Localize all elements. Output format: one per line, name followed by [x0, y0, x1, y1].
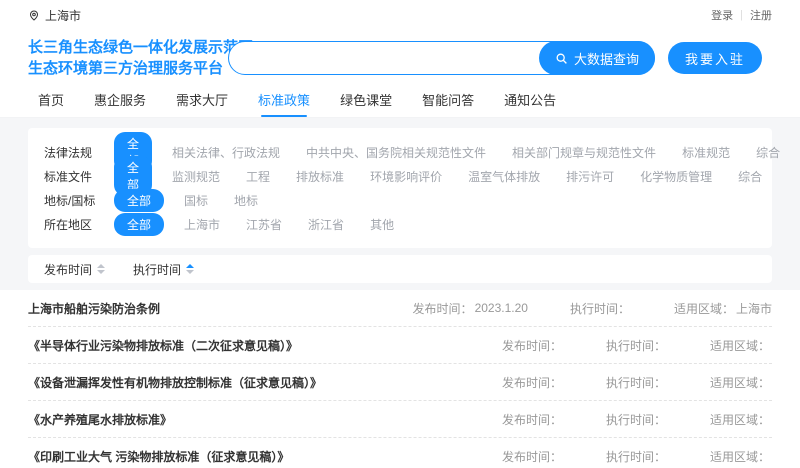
- filter-option[interactable]: 江苏省: [246, 216, 282, 233]
- login-register-divider: |: [740, 9, 743, 21]
- filter-option[interactable]: 其他: [370, 216, 394, 233]
- filter-label-local-national: 地标/国标: [44, 192, 114, 209]
- filter-option[interactable]: 中共中央、国务院相关规范性文件: [306, 144, 486, 161]
- header: 长三角生态绿色一体化发展示范区 生态环境第三方治理服务平台 大数据查询 我要入驻: [0, 30, 800, 86]
- login-link[interactable]: 登录: [711, 7, 733, 23]
- sort-publish-label: 发布时间: [44, 261, 92, 278]
- filter-option[interactable]: 综合: [738, 168, 762, 185]
- sort-arrows-icon: [186, 264, 194, 274]
- register-link[interactable]: 注册: [750, 7, 772, 23]
- policy-title[interactable]: 上海市船舶污染防治条例: [28, 300, 160, 317]
- sort-exec-label: 执行时间: [133, 261, 181, 278]
- filter-label-laws: 法律法规: [44, 144, 114, 161]
- sort-by-exec-time[interactable]: 执行时间: [133, 261, 194, 278]
- filter-label-standards: 标准文件: [44, 168, 114, 185]
- policy-row: 《印刷工业大气 污染物排放标准（征求意见稿）》 发布时间： 执行时间： 适用区域…: [28, 438, 772, 468]
- filter-option[interactable]: 排放标准: [296, 168, 344, 185]
- policy-title[interactable]: 《设备泄漏挥发性有机物排放控制标准（征求意见稿）》: [28, 374, 322, 391]
- exec-time-label: 执行时间：: [606, 448, 666, 465]
- tab-smart-qa[interactable]: 智能问答: [422, 86, 474, 118]
- filter-option[interactable]: 监测规范: [172, 168, 220, 185]
- publish-time-value: 2023.1.20: [475, 301, 528, 315]
- site-title-line2: 生态环境第三方治理服务平台: [28, 58, 228, 79]
- filter-row-local-national: 地标/国标 全部 国标 地标: [44, 188, 756, 212]
- filter-option[interactable]: 标准规范: [682, 144, 730, 161]
- filter-row-region: 所在地区 全部 上海市 江苏省 浙江省 其他: [44, 212, 756, 236]
- filter-option[interactable]: 上海市: [184, 216, 220, 233]
- filter-panel: 法律法规 全部 相关法律、行政法规 中共中央、国务院相关规范性文件 相关部门规章…: [28, 128, 772, 248]
- filter-option[interactable]: 地标: [234, 192, 258, 209]
- current-city-label[interactable]: 上海市: [45, 7, 81, 24]
- filter-option[interactable]: 环境影响评价: [370, 168, 442, 185]
- filter-option[interactable]: 工程: [246, 168, 270, 185]
- filter-row-laws: 法律法规 全部 相关法律、行政法规 中共中央、国务院相关规范性文件 相关部门规章…: [44, 140, 756, 164]
- sort-arrows-icon: [97, 264, 105, 274]
- site-title: 长三角生态绿色一体化发展示范区 生态环境第三方治理服务平台: [28, 37, 228, 79]
- policy-row: 《半导体行业污染物排放标准（二次征求意见稿）》 发布时间： 执行时间： 适用区域…: [28, 327, 772, 364]
- search-bar: 大数据查询: [228, 41, 655, 75]
- region-label: 适用区域：: [674, 300, 734, 317]
- publish-time-label: 发布时间：: [502, 337, 562, 354]
- filter-row-standards: 标准文件 全部 监测规范 工程 排放标准 环境影响评价 温室气体排放 排污许可 …: [44, 164, 756, 188]
- publish-time-label: 发布时间：: [502, 374, 562, 391]
- filter-option[interactable]: 浙江省: [308, 216, 344, 233]
- filter-all-pill[interactable]: 全部: [114, 213, 164, 236]
- filters-section: 法律法规 全部 相关法律、行政法规 中共中央、国务院相关规范性文件 相关部门规章…: [0, 118, 800, 290]
- policy-row: 《设备泄漏挥发性有机物排放控制标准（征求意见稿）》 发布时间： 执行时间： 适用…: [28, 364, 772, 401]
- exec-time-label: 执行时间：: [606, 411, 666, 428]
- topbar: 上海市 登录 | 注册: [0, 0, 800, 30]
- tab-standards-policy[interactable]: 标准政策: [258, 86, 310, 118]
- filter-option[interactable]: 国标: [184, 192, 208, 209]
- policy-title[interactable]: 《半导体行业污染物排放标准（二次征求意见稿）》: [28, 337, 298, 354]
- tab-green-classroom[interactable]: 绿色课堂: [340, 86, 392, 118]
- join-us-button[interactable]: 我要入驻: [668, 42, 762, 74]
- filter-option[interactable]: 相关部门规章与规范性文件: [512, 144, 656, 161]
- region-value: 上海市: [736, 300, 772, 317]
- filter-option[interactable]: 温室气体排放: [468, 168, 540, 185]
- policy-row: 《水产养殖尾水排放标准》 发布时间： 执行时间： 适用区域：: [28, 401, 772, 438]
- region-label: 适用区域：: [710, 448, 770, 465]
- tab-notices[interactable]: 通知公告: [504, 86, 556, 118]
- exec-time-label: 执行时间：: [606, 337, 666, 354]
- region-label: 适用区域：: [710, 374, 770, 391]
- policy-list: 上海市船舶污染防治条例 发布时间：2023.1.20 执行时间： 适用区域：上海…: [0, 290, 800, 468]
- exec-time-label: 执行时间：: [606, 374, 666, 391]
- filter-option[interactable]: 综合: [756, 144, 780, 161]
- filter-all-pill[interactable]: 全部: [114, 189, 164, 212]
- publish-time-label: 发布时间：: [413, 300, 473, 317]
- sort-bar: 发布时间 执行时间: [28, 255, 772, 283]
- publish-time-label: 发布时间：: [502, 448, 562, 465]
- filter-option[interactable]: 相关法律、行政法规: [172, 144, 280, 161]
- policy-title[interactable]: 《印刷工业大气 污染物排放标准（征求意见稿）》: [28, 448, 289, 465]
- main-nav: 首页 惠企服务 需求大厅 标准政策 绿色课堂 智能问答 通知公告: [0, 86, 800, 118]
- policy-row: 上海市船舶污染防治条例 发布时间：2023.1.20 执行时间： 适用区域：上海…: [28, 290, 772, 327]
- big-data-search-label: 大数据查询: [574, 49, 639, 68]
- filter-option[interactable]: 排污许可: [566, 168, 614, 185]
- region-label: 适用区域：: [710, 411, 770, 428]
- tab-enterprise-services[interactable]: 惠企服务: [94, 86, 146, 118]
- exec-time-label: 执行时间：: [570, 300, 630, 317]
- search-icon: [555, 52, 568, 65]
- big-data-search-button[interactable]: 大数据查询: [539, 41, 655, 75]
- location-pin-icon: [28, 9, 40, 22]
- publish-time-label: 发布时间：: [502, 411, 562, 428]
- filter-label-region: 所在地区: [44, 216, 114, 233]
- tab-demand-hall[interactable]: 需求大厅: [176, 86, 228, 118]
- tab-home[interactable]: 首页: [38, 86, 64, 118]
- filter-option[interactable]: 化学物质管理: [640, 168, 712, 185]
- region-label: 适用区域：: [710, 337, 770, 354]
- policy-title[interactable]: 《水产养殖尾水排放标准》: [28, 411, 172, 428]
- site-title-line1: 长三角生态绿色一体化发展示范区: [28, 37, 228, 58]
- sort-by-publish-time[interactable]: 发布时间: [44, 261, 105, 278]
